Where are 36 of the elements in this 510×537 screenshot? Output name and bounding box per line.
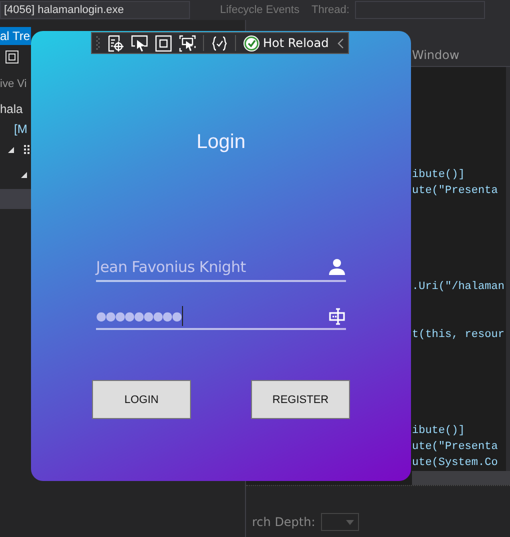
password-dots: ●●●●●●●●● (96, 309, 182, 323)
code-line: ute("Presenta (412, 440, 499, 455)
register-button[interactable]: REGISTER (251, 380, 350, 419)
panel-tab[interactable]: al Tre (0, 27, 31, 45)
code-line: t(this, resour (412, 328, 506, 343)
login-title: Login (196, 131, 246, 154)
cursor-frame-icon[interactable] (179, 34, 196, 52)
caret-icon (346, 520, 354, 524)
thread-label: Thread: (311, 4, 350, 16)
scrollbar[interactable] (412, 471, 510, 485)
grip-icon[interactable] (96, 35, 100, 51)
code-line: ute("Presenta (412, 184, 499, 199)
tree-item[interactable]: hala (0, 99, 30, 119)
panel-header: ive Vi (0, 77, 28, 92)
search-depth-label: rch Depth: (252, 515, 316, 529)
triangle-icon[interactable] (7, 146, 15, 154)
process-dropdown[interactable]: [4056] halamanlogin.exe (0, 1, 190, 19)
text-cursor (182, 306, 184, 326)
square-icon[interactable] (5, 50, 19, 64)
code-line: ibute()] (412, 168, 466, 183)
check-circle-icon (243, 34, 260, 52)
code-line: .Uri("/halaman (412, 280, 506, 295)
tree-item[interactable]: [M (0, 119, 30, 139)
cursor-select-icon[interactable] (131, 34, 148, 52)
triangle-icon[interactable] (20, 171, 28, 179)
editor-tab[interactable]: Window (412, 48, 460, 62)
collapse-icon[interactable] (337, 38, 344, 48)
braces-check-icon[interactable] (211, 34, 228, 52)
text-input-icon (329, 308, 346, 324)
username-text: Jean Favonius Knight (96, 258, 247, 276)
person-icon (328, 258, 346, 276)
target-icon[interactable] (107, 34, 124, 52)
login-button[interactable]: LOGIN (92, 380, 191, 419)
hot-reload-label[interactable]: Hot Reload (263, 36, 329, 50)
code-line: ibute()] (412, 424, 466, 439)
code-line: ute(System.Co (412, 456, 499, 471)
